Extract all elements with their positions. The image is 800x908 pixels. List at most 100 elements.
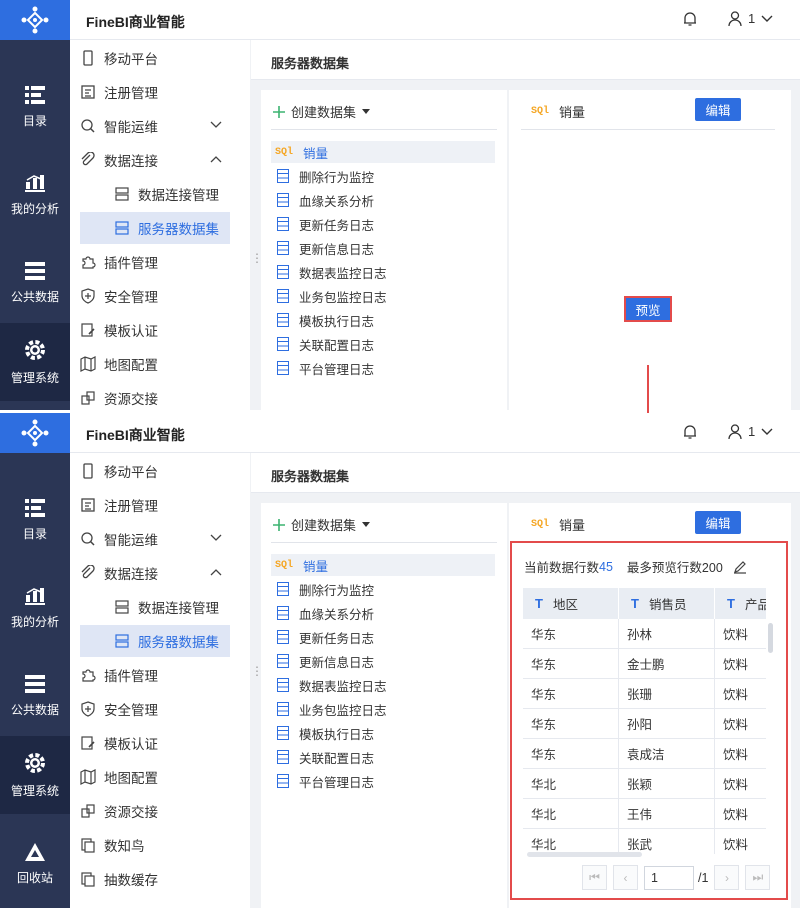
drag-handle-icon[interactable]: ⋮⋮ — [251, 665, 275, 677]
table-cell: 孙阳 — [619, 709, 715, 739]
list-item[interactable]: 模板执行日志 — [271, 309, 495, 331]
list-item[interactable]: 数据表监控日志 — [271, 261, 495, 283]
app-logo[interactable] — [0, 413, 70, 453]
create-dataset-button[interactable]: 创建数据集 — [273, 102, 371, 121]
analysis-icon — [25, 174, 45, 192]
list-item[interactable]: 血缘关系分析 — [271, 602, 495, 624]
row-count-value: 45 — [599, 559, 613, 574]
page-input[interactable]: 1 — [644, 865, 694, 890]
list-item[interactable]: 更新信息日志 — [271, 650, 495, 672]
nav-item-template-auth[interactable]: 模板认证 — [80, 314, 230, 346]
list-item[interactable]: 更新信息日志 — [271, 237, 495, 259]
nav-item-template-auth[interactable]: 模板认证 — [80, 727, 230, 759]
last-page-button[interactable]: ⏭ — [745, 865, 771, 890]
nav-item-serverds[interactable]: 服务器数据集 — [80, 212, 230, 244]
table-icon — [277, 726, 289, 740]
dataset-name: 平台管理日志 — [299, 775, 375, 790]
nav-item-resource[interactable]: 资源交接 — [80, 795, 230, 827]
rail-item-public-data[interactable]: 公共数据 — [0, 657, 70, 735]
horizontal-scrollbar[interactable] — [527, 852, 642, 857]
nav-item-dataconn[interactable]: 数据连接 — [80, 557, 230, 589]
nav-item-mobile[interactable]: 移动平台 — [80, 455, 230, 487]
bell-icon[interactable] — [682, 11, 698, 27]
rail-label: 目录 — [22, 113, 47, 128]
list-item[interactable]: 删除行为监控 — [271, 578, 495, 600]
list-item[interactable]: SQl 销量 — [271, 141, 495, 163]
list-item[interactable]: 血缘关系分析 — [271, 189, 495, 211]
table-cell: 张珊 — [619, 679, 715, 709]
user-menu[interactable]: 1 — [728, 11, 773, 26]
nav-item-register[interactable]: 注册管理 — [80, 489, 230, 521]
nav-item-ops[interactable]: 智能运维 — [80, 110, 230, 142]
rail-item-analysis[interactable]: 我的分析 — [0, 156, 70, 234]
nav-item-dataconn[interactable]: 数据连接 — [80, 144, 230, 176]
list-item[interactable]: SQl 销量 — [271, 554, 495, 576]
pencil-icon[interactable] — [733, 560, 747, 574]
list-item[interactable]: 数据表监控日志 — [271, 674, 495, 696]
vertical-scrollbar[interactable] — [768, 623, 773, 653]
app-title: FineBI商业智能 — [86, 14, 185, 30]
nav-item-security[interactable]: 安全管理 — [80, 280, 230, 312]
rail-item-catalog[interactable]: 目录 — [0, 68, 70, 146]
rail-label: 公共数据 — [10, 702, 59, 717]
nav-item-cache[interactable]: 抽数缓存 — [80, 863, 230, 895]
rail-item-public-data[interactable]: 公共数据 — [0, 244, 70, 322]
nav-item-plugins[interactable]: 插件管理 — [80, 246, 230, 278]
list-item[interactable]: 业务包监控日志 — [271, 285, 495, 307]
dataset-name: 销量 — [559, 105, 586, 120]
list-item[interactable]: 关联配置日志 — [271, 746, 495, 768]
table-icon — [277, 678, 289, 692]
nav-item-map[interactable]: 地图配置 — [80, 761, 230, 793]
list-item[interactable]: 删除行为监控 — [271, 165, 495, 187]
table-cell: 饮料 — [715, 619, 766, 649]
table-icon — [277, 289, 289, 303]
chevron-down-icon — [210, 121, 222, 128]
nav-item-connmgr[interactable]: 数据连接管理 — [80, 591, 230, 623]
list-item[interactable]: 平台管理日志 — [271, 357, 495, 379]
chevron-up-icon — [210, 156, 222, 163]
nav-item-register[interactable]: 注册管理 — [80, 76, 230, 108]
user-menu[interactable]: 1 — [728, 424, 773, 439]
list-item[interactable]: 关联配置日志 — [271, 333, 495, 355]
list-item[interactable]: 模板执行日志 — [271, 722, 495, 744]
list-item[interactable]: 平台管理日志 — [271, 770, 495, 792]
user-icon — [728, 11, 742, 26]
nav-item-serverds[interactable]: 服务器数据集 — [80, 625, 230, 657]
preview-button[interactable]: 预览 — [624, 296, 672, 322]
table-cell: 华北 — [523, 829, 619, 854]
first-page-button[interactable]: ⏮ — [582, 865, 607, 890]
edit-button[interactable]: 编辑 — [695, 98, 741, 121]
rail-item-admin[interactable]: 管理系统 — [0, 736, 70, 814]
list-item[interactable]: 更新任务日志 — [271, 626, 495, 648]
list-item[interactable]: 更新任务日志 — [271, 213, 495, 235]
rail-item-analysis[interactable]: 我的分析 — [0, 569, 70, 647]
rail-item-catalog[interactable]: 目录 — [0, 481, 70, 559]
server-icon — [115, 187, 129, 201]
column-header[interactable]: T 销售员 — [619, 588, 715, 619]
column-header[interactable]: T 产品 — [715, 588, 766, 619]
catalog-icon — [25, 498, 45, 517]
nav-item-map[interactable]: 地图配置 — [80, 348, 230, 380]
list-item[interactable]: 业务包监控日志 — [271, 698, 495, 720]
edit-button[interactable]: 编辑 — [695, 511, 741, 534]
nav-label: 注册管理 — [104, 499, 158, 514]
nav-item-zhiniao[interactable]: 数知鸟 — [80, 829, 230, 861]
nav-item-ops[interactable]: 智能运维 — [80, 523, 230, 555]
bell-icon[interactable] — [682, 424, 698, 440]
nav-item-plugins[interactable]: 插件管理 — [80, 659, 230, 691]
app-logo[interactable] — [0, 0, 70, 40]
nav-item-connmgr[interactable]: 数据连接管理 — [80, 178, 230, 210]
table-icon — [277, 606, 289, 620]
column-header[interactable]: T 地区 — [523, 588, 619, 619]
resource-handover-icon — [81, 391, 95, 405]
rail-item-recycle[interactable]: 回收站 — [0, 825, 70, 903]
rail-item-admin[interactable]: 管理系统 — [0, 323, 70, 401]
drag-handle-icon[interactable]: ⋮⋮ — [251, 252, 275, 264]
next-page-button[interactable]: › — [714, 865, 740, 890]
nav-item-security[interactable]: 安全管理 — [80, 693, 230, 725]
prev-page-button[interactable]: ‹ — [613, 865, 638, 890]
create-dataset-button[interactable]: 创建数据集 — [273, 515, 371, 534]
nav-item-mobile[interactable]: 移动平台 — [80, 42, 230, 74]
nav-item-resource[interactable]: 资源交接 — [80, 382, 230, 410]
template-auth-icon — [81, 736, 95, 750]
